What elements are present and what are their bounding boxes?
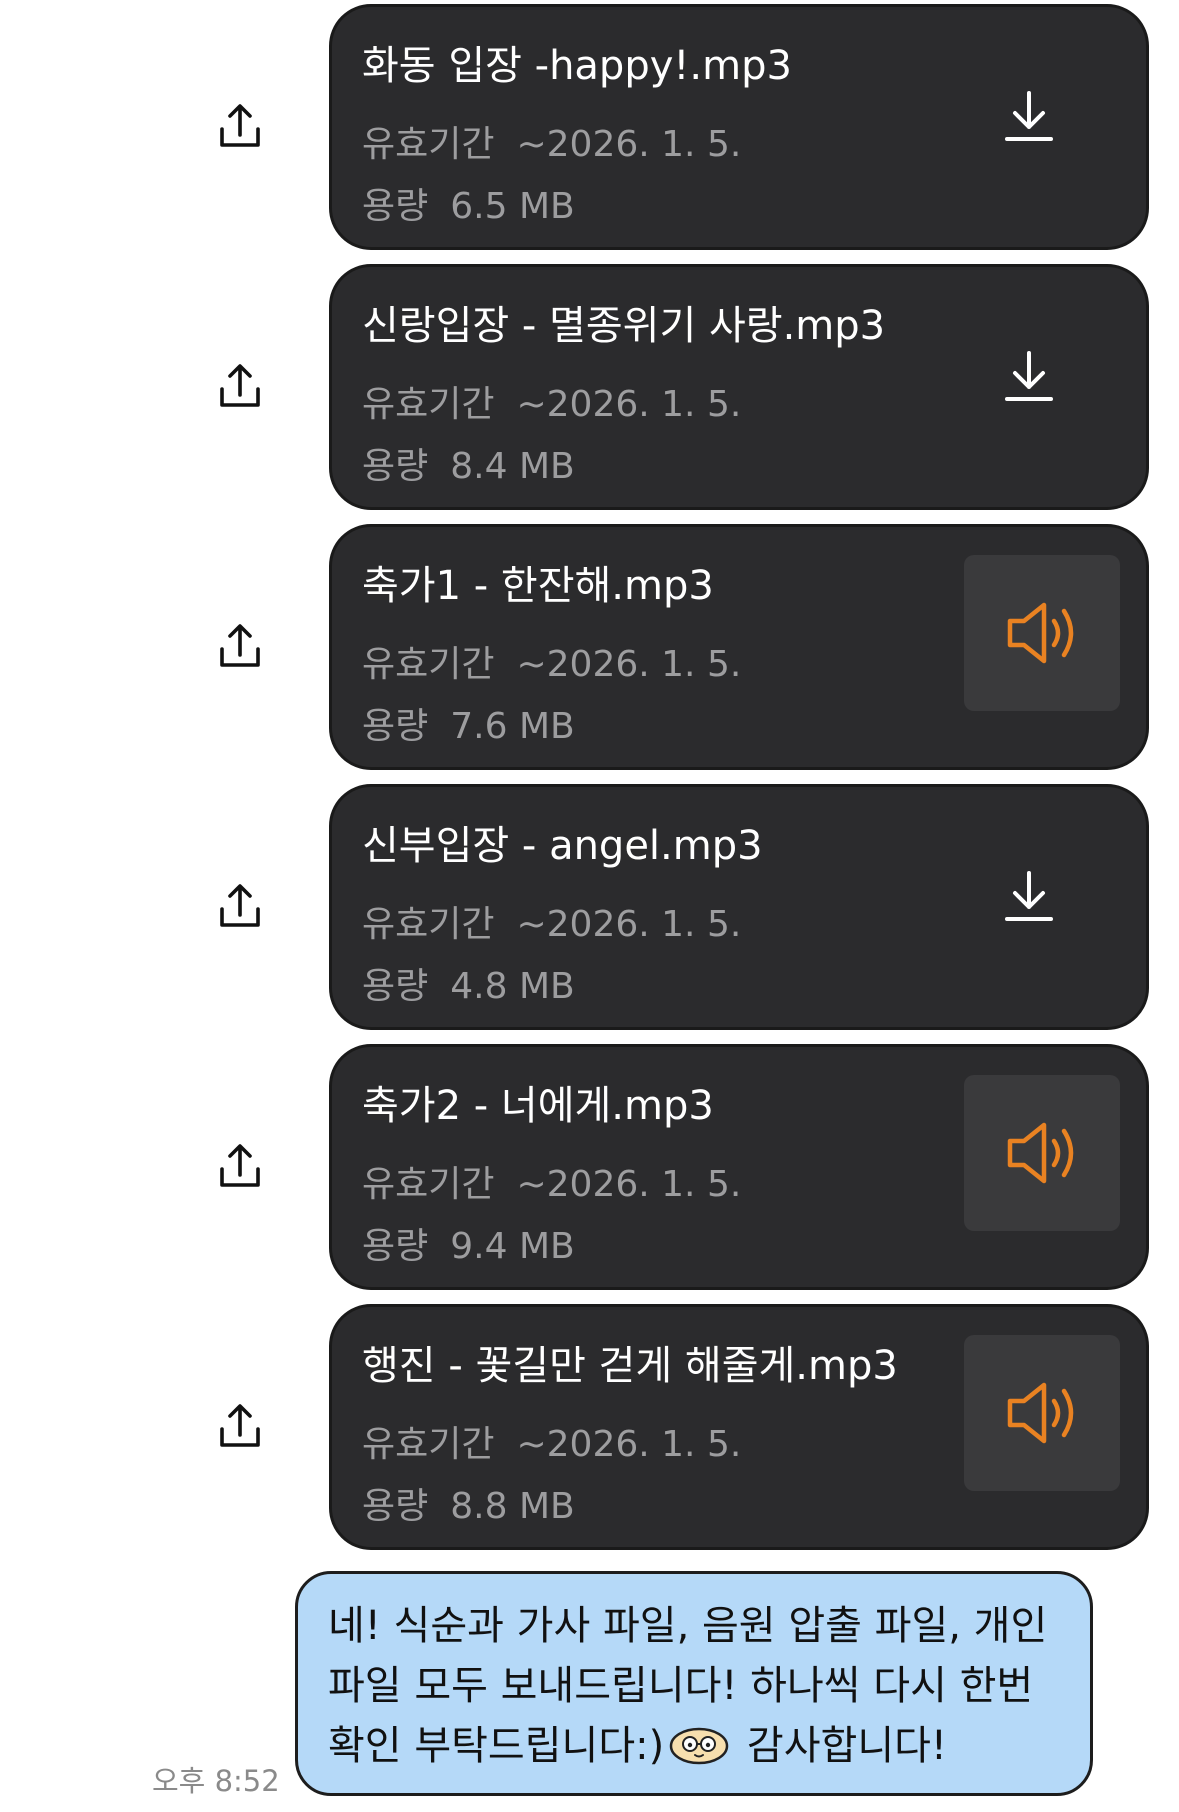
emoticon-face-icon (669, 1727, 729, 1765)
file-message-row: 축가1 - 한잔해.mp3 유효기간 ~2026. 1. 5. 용량 7.6 MB (0, 524, 1179, 772)
file-message-row: 신부입장 - angel.mp3 유효기간 ~2026. 1. 5. 용량 4.8 … (0, 784, 1179, 1032)
file-size: 용량 4.8 MB (362, 957, 575, 1009)
message-text: 감사합니다! (734, 1723, 947, 1769)
expiry-label: 유효기간 (362, 644, 495, 685)
file-card[interactable]: 화동 입장 -happy!.mp3 유효기간 ~2026. 1. 5. 용량 6.5… (329, 4, 1149, 250)
download-icon[interactable] (997, 85, 1061, 149)
play-audio-button[interactable] (964, 1335, 1120, 1491)
expiry-label: 유효기간 (362, 904, 495, 945)
speaker-icon (1007, 602, 1074, 664)
size-value: 8.8 MB (450, 1486, 575, 1527)
message-text: 확인 부탁드립니다:) (328, 1723, 665, 1769)
file-expiry: 유효기간 ~2026. 1. 5. (362, 375, 741, 427)
share-icon[interactable] (214, 1141, 266, 1193)
expiry-value: ~2026. 1. 5. (516, 384, 742, 425)
size-value: 6.5 MB (450, 186, 575, 227)
expiry-value: ~2026. 1. 5. (516, 1424, 742, 1465)
size-label: 용량 (362, 186, 429, 227)
file-message-row: 행진 - 꽃길만 걷게 해줄게.mp3 유효기간 ~2026. 1. 5. 용량 8… (0, 1304, 1179, 1552)
file-size: 용량 7.6 MB (362, 697, 575, 749)
expiry-label: 유효기간 (362, 1424, 495, 1465)
file-expiry: 유효기간 ~2026. 1. 5. (362, 895, 741, 947)
expiry-label: 유효기간 (362, 1164, 495, 1205)
size-label: 용량 (362, 1486, 429, 1527)
size-value: 9.4 MB (450, 1226, 575, 1267)
file-size: 용량 6.5 MB (362, 177, 575, 229)
file-message-row: 화동 입장 -happy!.mp3 유효기간 ~2026. 1. 5. 용량 6.5… (0, 4, 1179, 252)
share-icon[interactable] (214, 1401, 266, 1453)
file-size: 용량 8.8 MB (362, 1477, 575, 1529)
file-expiry: 유효기간 ~2026. 1. 5. (362, 1155, 741, 1207)
message-bubble[interactable]: 네! 식순과 가사 파일, 음원 압출 파일, 개인 파일 모두 보내드립니다!… (295, 1571, 1093, 1796)
file-card[interactable]: 축가2 - 너에게.mp3 유효기간 ~2026. 1. 5. 용량 9.4 MB (329, 1044, 1149, 1290)
file-expiry: 유효기간 ~2026. 1. 5. (362, 1415, 741, 1467)
file-size: 용량 8.4 MB (362, 437, 575, 489)
speaker-icon (1007, 1382, 1074, 1444)
file-size: 용량 9.4 MB (362, 1217, 575, 1269)
file-name: 축가2 - 너에게.mp3 (362, 1083, 714, 1129)
file-name: 축가1 - 한잔해.mp3 (362, 563, 714, 609)
play-audio-button[interactable] (964, 1075, 1120, 1231)
share-icon[interactable] (214, 881, 266, 933)
size-label: 용량 (362, 446, 429, 487)
share-icon[interactable] (214, 621, 266, 673)
expiry-label: 유효기간 (362, 384, 495, 425)
expiry-value: ~2026. 1. 5. (516, 644, 742, 685)
file-name: 신랑입장 - 멸종위기 사랑.mp3 (362, 303, 886, 349)
file-message-row: 축가2 - 너에게.mp3 유효기간 ~2026. 1. 5. 용량 9.4 MB (0, 1044, 1179, 1292)
play-audio-button[interactable] (964, 555, 1120, 711)
size-value: 8.4 MB (450, 446, 575, 487)
share-icon[interactable] (214, 101, 266, 153)
size-label: 용량 (362, 966, 429, 1007)
size-value: 7.6 MB (450, 706, 575, 747)
message-timestamp: 오후 8:52 (152, 1764, 280, 1798)
share-icon[interactable] (214, 361, 266, 413)
download-icon[interactable] (997, 865, 1061, 929)
size-label: 용량 (362, 1226, 429, 1267)
file-expiry: 유효기간 ~2026. 1. 5. (362, 115, 741, 167)
file-card[interactable]: 축가1 - 한잔해.mp3 유효기간 ~2026. 1. 5. 용량 7.6 MB (329, 524, 1149, 770)
expiry-value: ~2026. 1. 5. (516, 904, 742, 945)
file-card[interactable]: 신부입장 - angel.mp3 유효기간 ~2026. 1. 5. 용량 4.8 … (329, 784, 1149, 1030)
expiry-label: 유효기간 (362, 124, 495, 165)
message-line: 네! 식순과 가사 파일, 음원 압출 파일, 개인 (328, 1603, 1048, 1649)
expiry-value: ~2026. 1. 5. (516, 1164, 742, 1205)
file-expiry: 유효기간 ~2026. 1. 5. (362, 635, 741, 687)
message-line: 확인 부탁드립니다:) 감사합니다! (328, 1716, 1062, 1776)
file-card[interactable]: 행진 - 꽃길만 걷게 해줄게.mp3 유효기간 ~2026. 1. 5. 용량 8… (329, 1304, 1149, 1550)
size-value: 4.8 MB (450, 966, 575, 1007)
file-name: 신부입장 - angel.mp3 (362, 823, 763, 869)
file-message-row: 신랑입장 - 멸종위기 사랑.mp3 유효기간 ~2026. 1. 5. 용량 8.… (0, 264, 1179, 512)
download-icon[interactable] (997, 345, 1061, 409)
speaker-icon (1007, 1122, 1074, 1184)
file-card[interactable]: 신랑입장 - 멸종위기 사랑.mp3 유효기간 ~2026. 1. 5. 용량 8.… (329, 264, 1149, 510)
message-line: 파일 모두 보내드립니다! 하나씩 다시 한번 (328, 1663, 1034, 1709)
file-name: 행진 - 꽃길만 걷게 해줄게.mp3 (362, 1343, 898, 1389)
file-name: 화동 입장 -happy!.mp3 (362, 43, 792, 89)
expiry-value: ~2026. 1. 5. (516, 124, 742, 165)
size-label: 용량 (362, 706, 429, 747)
